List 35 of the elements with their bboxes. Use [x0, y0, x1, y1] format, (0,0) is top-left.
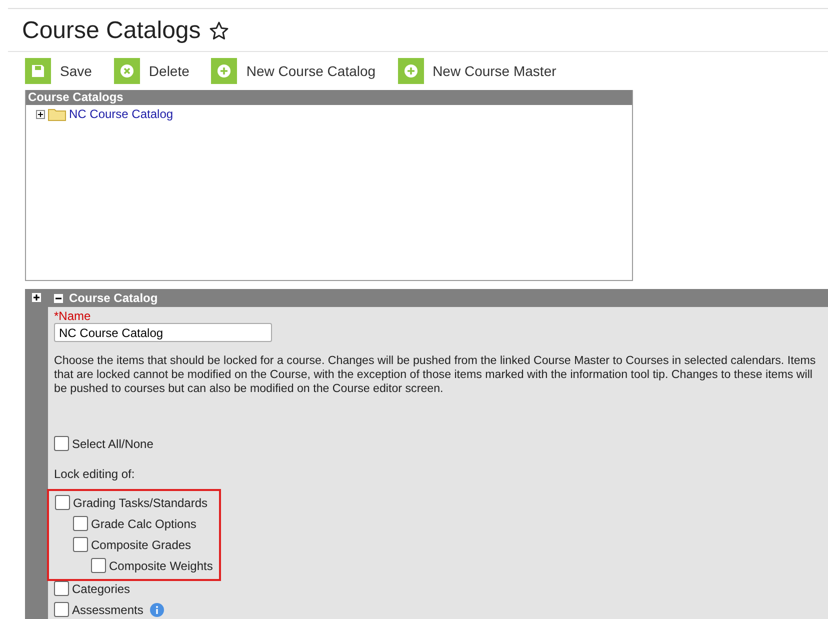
folder-icon — [48, 107, 66, 121]
plus-icon — [398, 58, 424, 84]
checkbox[interactable] — [91, 558, 106, 573]
section-label: Lock editing of: — [54, 467, 136, 481]
checkbox-label: Grading Tasks/Standards — [73, 496, 208, 510]
toolbar-button[interactable]: Delete — [114, 58, 190, 84]
panel-header: Course Catalogs — [26, 90, 632, 105]
description-text: Choose the items that should be locked for a course. Changes will be pushed from the linked Course Master to Courses in selected calendars. Items that are locked cannot be modified on the Course, with the exception of those items marked with the information tool tip. Changes to these items will be pushed to courses but can also be modified on the Course editor screen. — [54, 354, 817, 396]
tree-item[interactable]: NC Course Catalog — [69, 107, 174, 121]
checkbox[interactable] — [73, 537, 88, 552]
plus-icon — [211, 58, 238, 84]
expand-icon — [32, 293, 41, 302]
checkbox-label: Categories — [72, 582, 130, 596]
checkbox[interactable] — [54, 436, 69, 451]
checkbox[interactable] — [54, 581, 69, 596]
panel-title: Course Catalog — [69, 291, 158, 305]
checkbox-label: Select All/None — [72, 436, 154, 450]
expand-icon[interactable] — [36, 110, 45, 118]
checkbox-label: Grade Calc Options — [91, 516, 196, 530]
toolbar-button[interactable]: Save — [25, 58, 92, 84]
field-label: *Name — [54, 309, 92, 323]
checkbox-label: Composite Grades — [91, 538, 192, 552]
toolbar-button[interactable]: New Course Catalog — [211, 58, 376, 84]
checkbox[interactable] — [55, 495, 70, 510]
checkbox-label: Composite Weights — [109, 558, 213, 572]
star-icon[interactable] — [208, 21, 229, 41]
page-title: Course Catalogs — [22, 17, 201, 45]
toolbar-button[interactable]: New Course Master — [398, 58, 556, 84]
collapse-icon[interactable] — [54, 294, 63, 302]
checkbox-label: Assessments — [72, 602, 144, 616]
name-field[interactable]: NC Course Catalog — [54, 323, 272, 342]
checkbox[interactable] — [54, 602, 69, 617]
checkbox[interactable] — [73, 516, 88, 531]
save-icon — [25, 58, 51, 84]
delete-icon — [114, 58, 140, 84]
